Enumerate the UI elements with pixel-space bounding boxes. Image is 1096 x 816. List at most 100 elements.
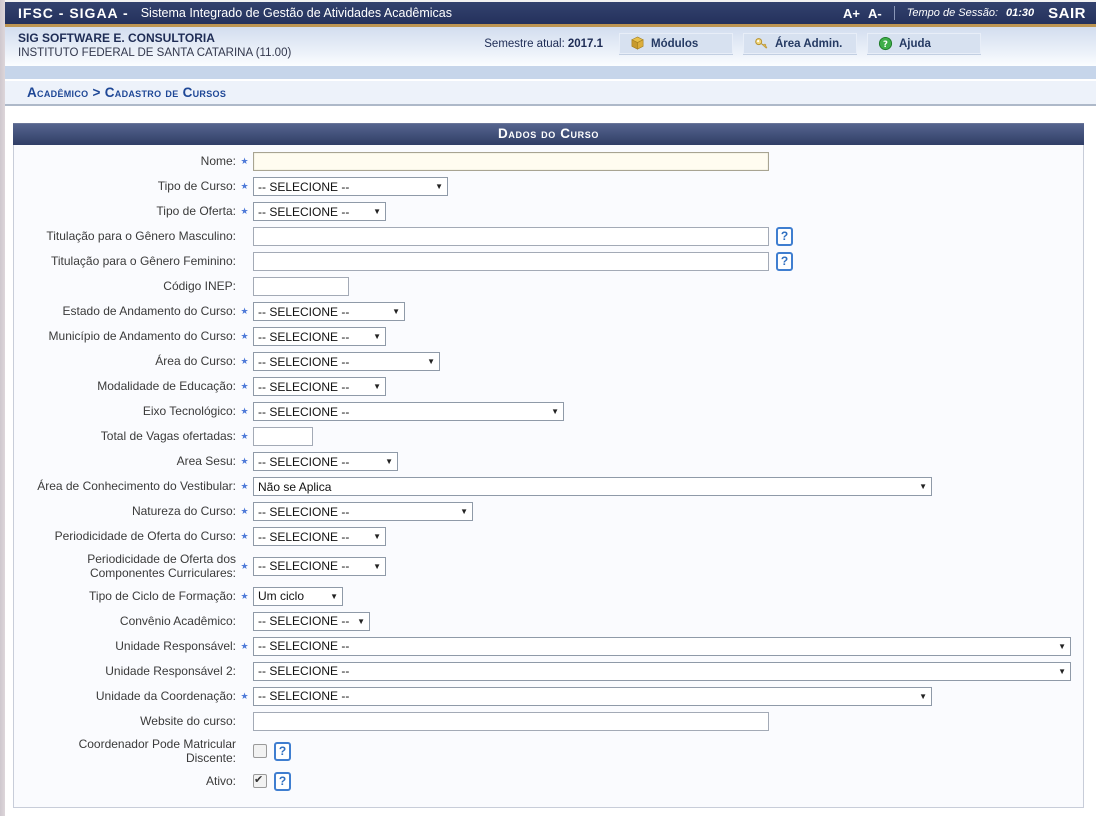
select-value: -- SELECIONE -- xyxy=(258,639,349,653)
tipo-ciclo-formacao-select[interactable]: Um ciclo▼ xyxy=(253,587,343,606)
field-label: Unidade Responsável 2: xyxy=(26,664,236,678)
nome-input[interactable] xyxy=(253,152,769,171)
form-row-tipo-curso: Tipo de Curso: ★ -- SELECIONE --▼ xyxy=(26,177,1071,196)
font-decrease-button[interactable]: A- xyxy=(868,6,882,21)
help-icon[interactable]: ? xyxy=(274,772,291,791)
panel-title: Dados do Curso xyxy=(13,123,1084,145)
select-value: -- SELECIONE -- xyxy=(258,689,349,703)
modalidade-educacao-select[interactable]: -- SELECIONE -- ▼ xyxy=(253,377,386,396)
field-label: Unidade Responsável: xyxy=(26,639,236,653)
field-label: Total de Vagas ofertadas: xyxy=(26,429,236,443)
form-row-tipo-oferta: Tipo de Oferta: ★ -- SELECIONE --▼ xyxy=(26,202,1071,221)
chevron-down-icon: ▼ xyxy=(385,457,393,466)
area-conhecimento-vestibular-select[interactable]: Não se Aplica▼ xyxy=(253,477,932,496)
form-row-codigo-inep: Código INEP: xyxy=(26,277,1071,296)
button-label: Área Admin. xyxy=(775,38,842,50)
required-star: ★ xyxy=(236,406,253,417)
form-row-total-vagas: Total de Vagas ofertadas: ★ xyxy=(26,427,1071,446)
logout-button[interactable]: SAIR xyxy=(1048,5,1086,22)
field-label: Periodicidade de Oferta do Curso: xyxy=(26,529,236,543)
required-star: ★ xyxy=(236,181,253,192)
unidade-responsavel-select[interactable]: -- SELECIONE --▼ xyxy=(253,637,1071,656)
select-value: -- SELECIONE -- xyxy=(258,455,349,469)
help-circle-icon: ? xyxy=(878,36,893,51)
help-icon[interactable]: ? xyxy=(776,252,793,271)
titulacao-feminino-input[interactable] xyxy=(253,252,769,271)
select-value: -- SELECIONE -- xyxy=(258,355,349,369)
brand-title: IFSC - SIGAA - xyxy=(18,5,129,21)
tipo-de-oferta-select[interactable]: -- SELECIONE --▼ xyxy=(253,202,386,221)
coordenador-matricular-checkbox[interactable] xyxy=(253,744,267,758)
form-row-area-curso: Área do Curso: ★ -- SELECIONE --▼ xyxy=(26,352,1071,371)
field-label: Periodicidade de Oferta dos Componentes … xyxy=(26,552,236,581)
font-increase-button[interactable]: A+ xyxy=(843,6,860,21)
required-star: ★ xyxy=(236,381,253,392)
form-row-periodicidade-oferta: Periodicidade de Oferta do Curso: ★ -- S… xyxy=(26,527,1071,546)
required-star: ★ xyxy=(236,456,253,467)
modulos-button[interactable]: Módulos xyxy=(619,33,733,54)
dados-do-curso-panel: Dados do Curso Nome: ★ Tipo de Curso: ★ … xyxy=(13,123,1084,808)
system-name: Sistema Integrado de Gestão de Atividade… xyxy=(141,6,452,20)
eixo-tecnologico-select[interactable]: -- SELECIONE --▼ xyxy=(253,402,564,421)
semester-value: 2017.1 xyxy=(568,38,603,50)
help-icon[interactable]: ? xyxy=(776,227,793,246)
field-label: Modalidade de Educação: xyxy=(26,379,236,393)
titulacao-masculino-input[interactable] xyxy=(253,227,769,246)
form-row-periodicidade-componentes: Periodicidade de Oferta dos Componentes … xyxy=(26,552,1071,581)
form-row-eixo-tecnologico: Eixo Tecnológico: ★ -- SELECIONE --▼ xyxy=(26,402,1071,421)
chevron-down-icon: ▼ xyxy=(392,307,400,316)
field-label: Tipo de Curso: xyxy=(26,179,236,193)
convenio-academico-select[interactable]: -- SELECIONE -- ▼ xyxy=(253,612,370,631)
chevron-down-icon: ▼ xyxy=(373,382,381,391)
form-row-titulacao-masculino: Titulação para o Gênero Masculino: ? xyxy=(26,227,1071,246)
field-label: Titulação para o Gênero Masculino: xyxy=(26,229,236,243)
page: IFSC - SIGAA - Sistema Integrado de Gest… xyxy=(5,0,1096,808)
field-label: Natureza do Curso: xyxy=(26,504,236,518)
form-row-convenio: Convênio Acadêmico: -- SELECIONE --▼ xyxy=(26,612,1071,631)
chevron-down-icon: ▼ xyxy=(373,332,381,341)
field-label: Tipo de Ciclo de Formação: xyxy=(26,589,236,603)
required-star: ★ xyxy=(236,206,253,217)
select-value: -- SELECIONE -- xyxy=(258,614,349,628)
required-star: ★ xyxy=(236,591,253,602)
form-row-coordenador-matricular: Coordenador Pode Matricular Discente: ? xyxy=(26,737,1071,766)
form-row-tipo-ciclo: Tipo de Ciclo de Formação: ★ Um ciclo▼ xyxy=(26,587,1071,606)
unidade-responsavel-2-select[interactable]: -- SELECIONE --▼ xyxy=(253,662,1071,681)
required-star: ★ xyxy=(236,531,253,542)
help-icon[interactable]: ? xyxy=(274,742,291,761)
website-curso-input[interactable] xyxy=(253,712,769,731)
breadcrumb: Acadêmico > Cadastro de Cursos xyxy=(5,81,1096,106)
form-row-website: Website do curso: xyxy=(26,712,1071,731)
area-admin-button[interactable]: Área Admin. xyxy=(743,33,857,54)
divider xyxy=(894,6,895,20)
required-star: ★ xyxy=(236,331,253,342)
municipio-andamento-select[interactable]: -- SELECIONE --▼ xyxy=(253,327,386,346)
form-row-unidade-responsavel: Unidade Responsável: ★ -- SELECIONE --▼ xyxy=(26,637,1071,656)
select-value: -- SELECIONE -- xyxy=(258,559,349,573)
session-timer-value: 01:30 xyxy=(1006,7,1034,19)
area-sesu-select[interactable]: -- SELECIONE -- ▼ xyxy=(253,452,398,471)
total-vagas-input[interactable] xyxy=(253,427,313,446)
header-band xyxy=(5,66,1096,81)
field-label: Área de Conhecimento do Vestibular: xyxy=(26,479,236,493)
unidade-coordenacao-select[interactable]: -- SELECIONE --▼ xyxy=(253,687,932,706)
natureza-do-curso-select[interactable]: -- SELECIONE --▼ xyxy=(253,502,473,521)
ajuda-button[interactable]: ? Ajuda xyxy=(867,33,981,54)
required-star: ★ xyxy=(236,481,253,492)
estado-andamento-select[interactable]: -- SELECIONE --▼ xyxy=(253,302,405,321)
tipo-de-curso-select[interactable]: -- SELECIONE --▼ xyxy=(253,177,448,196)
select-value: Não se Aplica xyxy=(258,480,331,494)
area-do-curso-select[interactable]: -- SELECIONE --▼ xyxy=(253,352,440,371)
periodicidade-oferta-curso-select[interactable]: -- SELECIONE --▼ xyxy=(253,527,386,546)
select-value: -- SELECIONE -- xyxy=(258,405,349,419)
chevron-down-icon: ▼ xyxy=(373,207,381,216)
modules-cube-icon xyxy=(630,36,645,51)
select-value: -- SELECIONE -- xyxy=(258,380,349,394)
current-semester: Semestre atual:2017.1 xyxy=(484,38,603,50)
chevron-down-icon: ▼ xyxy=(460,507,468,516)
codigo-inep-input[interactable] xyxy=(253,277,349,296)
chevron-down-icon: ▼ xyxy=(357,617,365,626)
ativo-checkbox[interactable] xyxy=(253,774,267,788)
periodicidade-componentes-select[interactable]: -- SELECIONE --▼ xyxy=(253,557,386,576)
field-label: Tipo de Oferta: xyxy=(26,204,236,218)
